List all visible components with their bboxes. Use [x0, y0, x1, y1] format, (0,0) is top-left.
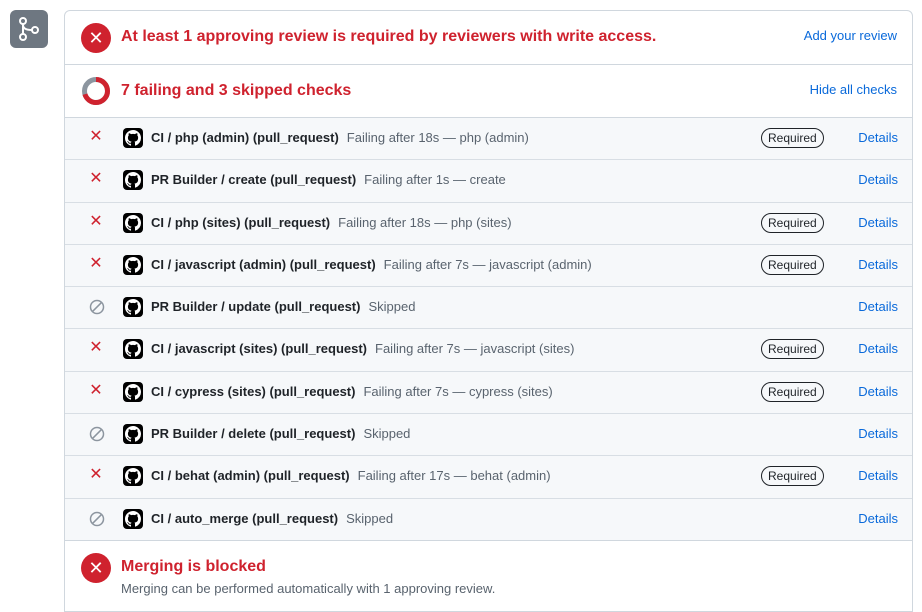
github-actions-icon [123, 508, 143, 529]
git-branch-icon [10, 10, 48, 48]
donut-status-icon [82, 77, 110, 105]
details-link[interactable]: Details [858, 511, 898, 526]
check-row: ✕ CI / javascript (admin) (pull_request) F… [65, 245, 912, 288]
check-row: PR Builder / delete (pull_request) Skippe… [65, 414, 912, 457]
github-actions-icon [123, 170, 143, 191]
check-row: ✕ CI / javascript (sites) (pull_request) F… [65, 329, 912, 372]
details-link[interactable]: Details [858, 172, 898, 187]
x-icon: ✕ [89, 128, 103, 145]
check-name: CI / auto_merge (pull_request) Skipped [151, 511, 393, 526]
required-badge: Required [761, 381, 824, 402]
checks-header: 7 failing and 3 skipped checks Hide all … [65, 65, 912, 118]
review-required-title: At least 1 approving review is required … [121, 28, 657, 45]
check-name-text: CI / javascript (sites) (pull_request) [151, 341, 368, 357]
details-link[interactable]: Details [858, 215, 898, 230]
details-link[interactable]: Details [858, 130, 898, 145]
required-badge: Required [761, 212, 824, 233]
check-name-text: CI / php (sites) (pull_request) [151, 214, 331, 230]
x-icon: ✕ [89, 381, 103, 399]
check-name-text: CI / javascript (admin) (pull_request) [151, 256, 376, 272]
check-description: Skipped [363, 426, 411, 442]
check-name-text: PR Builder / update (pull_request) [151, 299, 361, 315]
x-circle-icon: ✕ [81, 552, 111, 583]
hide-checks-link[interactable]: Hide all checks [810, 82, 897, 97]
check-description: Failing after 7s — javascript (admin) [383, 256, 592, 272]
check-row: ✕ CI / php (admin) (pull_request) Failing … [65, 118, 912, 161]
github-actions-icon [123, 128, 143, 148]
check-name-text: CI / behat (admin) (pull_request) [151, 468, 350, 484]
skipped-icon [89, 511, 105, 532]
check-name: PR Builder / create (pull_request) Failin… [151, 172, 506, 187]
check-row: ✕ CI / php (sites) (pull_request) Failing … [65, 203, 912, 245]
merge-box: ✕ At least 1 approving review is require… [64, 10, 913, 612]
check-name: CI / javascript (sites) (pull_request) Fa… [151, 341, 574, 356]
x-circle-icon: ✕ [81, 23, 111, 53]
details-link[interactable]: Details [858, 426, 898, 441]
check-name-text: CI / cypress (sites) (pull_request) [151, 383, 356, 399]
checks-summary-title: 7 failing and 3 skipped checks [121, 82, 352, 99]
check-name: CI / javascript (admin) (pull_request) Fa… [151, 257, 592, 272]
github-actions-icon [123, 297, 143, 318]
x-icon: ✕ [89, 339, 103, 357]
merge-blocked-title: Merging is blocked [121, 557, 266, 575]
check-name: PR Builder / delete (pull_request) Skippe… [151, 426, 410, 441]
merge-status-section: ✕ Merging is blocked Merging can be perf… [65, 541, 912, 611]
check-name-text: CI / auto_merge (pull_request) [151, 510, 339, 526]
details-link[interactable]: Details [858, 299, 898, 314]
github-actions-icon [123, 212, 143, 233]
check-row: ✕ CI / behat (admin) (pull_request) Failin… [65, 456, 912, 499]
check-description: Failing after 1s — create [364, 172, 506, 188]
required-badge: Required [761, 254, 824, 275]
github-actions-icon [123, 254, 143, 275]
x-icon: ✕ [89, 170, 103, 188]
required-badge: Required [761, 339, 824, 360]
check-name: CI / behat (admin) (pull_request) Failing… [151, 468, 551, 483]
check-row: ✕ CI / cypress (sites) (pull_request) Fail… [65, 372, 912, 415]
details-link[interactable]: Details [858, 257, 898, 272]
check-description: Failing after 7s — cypress (sites) [363, 383, 553, 399]
check-row: PR Builder / update (pull_request) Skippe… [65, 287, 912, 330]
check-name: PR Builder / update (pull_request) Skippe… [151, 299, 415, 314]
add-review-link[interactable]: Add your review [804, 28, 897, 43]
check-name-text: PR Builder / delete (pull_request) [151, 426, 356, 442]
details-link[interactable]: Details [858, 468, 898, 483]
check-name-text: CI / php (admin) (pull_request) [151, 130, 339, 145]
skipped-icon [89, 299, 105, 320]
check-row: CI / auto_merge (pull_request) Skipped Det… [65, 499, 912, 541]
details-link[interactable]: Details [858, 341, 898, 356]
x-icon: ✕ [89, 466, 103, 484]
checks-list: ✕ CI / php (admin) (pull_request) Failing … [65, 118, 912, 541]
check-row: ✕ PR Builder / create (pull_request) Faili… [65, 160, 912, 203]
github-actions-icon [123, 339, 143, 360]
check-description: Failing after 18s — php (sites) [338, 214, 512, 230]
github-actions-icon [123, 381, 143, 402]
required-badge: Required [761, 466, 824, 487]
review-section: ✕ At least 1 approving review is require… [65, 11, 912, 65]
x-icon: ✕ [89, 254, 103, 272]
required-badge: Required [761, 128, 824, 148]
skipped-icon [89, 426, 105, 447]
check-name: CI / php (admin) (pull_request) Failing a… [151, 130, 529, 145]
details-link[interactable]: Details [858, 384, 898, 399]
check-description: Failing after 17s — behat (admin) [357, 468, 551, 484]
check-name-text: PR Builder / create (pull_request) [151, 172, 357, 188]
check-name: CI / cypress (sites) (pull_request) Faili… [151, 384, 553, 399]
check-description: Skipped [368, 299, 416, 315]
check-name: CI / php (sites) (pull_request) Failing a… [151, 215, 512, 230]
merge-blocked-subtitle: Merging can be performed automatically w… [121, 580, 496, 596]
github-actions-icon [123, 424, 143, 445]
check-description: Failing after 18s — php (admin) [346, 130, 529, 145]
github-actions-icon [123, 466, 143, 487]
x-icon: ✕ [89, 212, 103, 230]
check-description: Failing after 7s — javascript (sites) [375, 341, 575, 357]
check-description: Skipped [346, 510, 394, 526]
